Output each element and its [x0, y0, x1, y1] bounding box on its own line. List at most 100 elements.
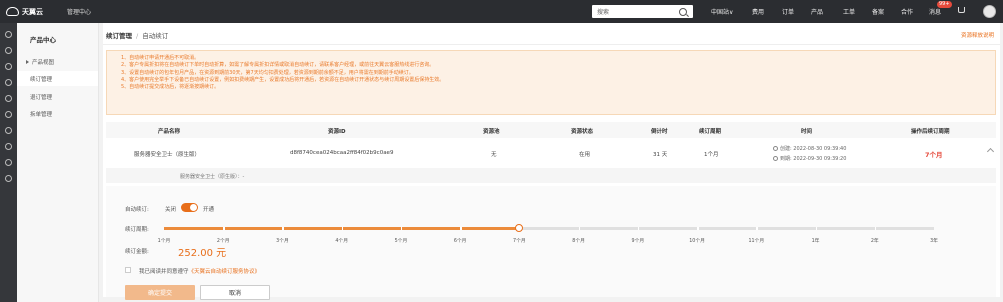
search-icon[interactable]: [679, 7, 687, 16]
period-option[interactable]: 4个月: [335, 237, 348, 244]
sidebar-item-split-order[interactable]: 拆单管理: [30, 110, 52, 118]
col-resource-pool: 资源池: [483, 129, 500, 135]
notice-line: 2、客户专属折扣将在自动续订下单时自动折算，如需了解专属折扣详情或取消自动续订，…: [121, 62, 435, 69]
nav-tickets[interactable]: 工单: [843, 0, 855, 23]
divider: [103, 44, 1000, 45]
period-option[interactable]: 8个月: [572, 237, 585, 244]
slider-segment-divider: [874, 227, 877, 230]
nav-billing[interactable]: 费用: [752, 0, 764, 23]
auto-renew-toggle[interactable]: [181, 203, 198, 212]
message-count-badge: 99+: [937, 1, 952, 8]
cell-status: 在用: [579, 152, 591, 158]
confirm-submit-button[interactable]: 确定提交: [125, 285, 195, 300]
notice-line: 5、自动续订提交成功后，将逐渐按期续订。: [121, 84, 220, 91]
period-option[interactable]: 9个月: [632, 237, 645, 244]
slider-segment-divider: [223, 227, 225, 230]
period-option[interactable]: 6个月: [454, 237, 467, 244]
period-option[interactable]: 5个月: [395, 237, 408, 244]
period-option[interactable]: 2年: [871, 237, 879, 244]
cell-resource-id: d8f8740cea024bcaa2ff84f02b9c0ae9: [290, 150, 394, 156]
toggle-on-label: 开通: [203, 207, 215, 213]
nav-orders[interactable]: 订单: [782, 0, 794, 23]
cell-product: 服务器安全卫士（原生版）: [134, 152, 201, 158]
slider-segment-divider: [578, 227, 581, 230]
search-input[interactable]: 搜索: [597, 7, 679, 16]
brand-logo[interactable]: 天翼云: [6, 7, 61, 17]
user-avatar[interactable]: [983, 5, 996, 18]
settings-icon[interactable]: [5, 127, 12, 134]
period-option[interactable]: 1个月: [158, 237, 171, 244]
cloud-icon: [6, 7, 19, 16]
sidebar-item-unsubscribe[interactable]: 退订管理: [30, 93, 52, 101]
cell-countdown: 31 天: [653, 152, 668, 158]
col-resource-status: 资源状态: [571, 129, 594, 135]
clock-icon: [773, 146, 778, 151]
toggle-off-label: 关闭: [165, 207, 177, 213]
cancel-button[interactable]: 取消: [200, 285, 270, 300]
breadcrumb-separator: /: [136, 32, 139, 40]
chevron-up-icon[interactable]: [986, 147, 995, 156]
nav-region-selector[interactable]: 中国站∨: [711, 0, 733, 23]
slider-segment-divider: [400, 227, 403, 230]
slider-segment-divider: [697, 227, 699, 230]
table-subrow: 服务器安全卫士（原生版）：-: [106, 168, 996, 183]
sidebar: 产品中心 产品视图 续订管理 退订管理 拆单管理: [17, 23, 99, 302]
breadcrumb-level1[interactable]: 续订管理: [106, 32, 132, 40]
table-header: 产品名称 资源ID 资源池 资源状态 倒计时 续订周期 时间 操作后续订周期: [106, 122, 996, 138]
slider-segment-divider: [637, 227, 640, 230]
sidebar-item-renewal[interactable]: 续订管理: [30, 75, 52, 83]
resource-release-link[interactable]: 资源释放说明: [961, 31, 994, 39]
cloud-icon[interactable]: [5, 143, 12, 150]
cell-expires: 到期: 2022-09-30 09:39:20: [773, 155, 846, 162]
period-option[interactable]: 1年: [812, 237, 820, 244]
period-option[interactable]: 7个月: [513, 237, 526, 244]
notice-box: 1、自动续订申请开通后不可取消。 2、客户专属折扣将在自动续订下单时自动折算，如…: [106, 50, 996, 115]
storage-icon[interactable]: [5, 79, 12, 86]
table-row: 服务器安全卫士（原生版） d8f8740cea024bcaa2ff84f02b9…: [106, 140, 996, 166]
slider-segment-divider: [460, 227, 462, 230]
subrow-text: 服务器安全卫士（原生版）：-: [180, 174, 245, 180]
period-slider[interactable]: [164, 224, 934, 232]
agreement-link[interactable]: 《天翼云自动续订服务协议》: [189, 269, 261, 275]
search-box[interactable]: 搜索: [592, 5, 693, 18]
notice-line: 4、客户使用完全举手下设备已自动续订设置，例如扣费续期产生，设置成功后将开通后，…: [121, 76, 445, 83]
agree-checkbox[interactable]: [125, 267, 131, 273]
brand-name: 天翼云: [22, 7, 43, 16]
grid-icon[interactable]: [5, 31, 12, 38]
tools-icon[interactable]: [5, 111, 12, 118]
slider-segment-divider: [519, 227, 521, 230]
server-icon[interactable]: [5, 47, 12, 54]
nav-filing[interactable]: 备案: [872, 0, 884, 23]
renewal-amount: 252.00 元: [178, 248, 227, 259]
puzzle-icon[interactable]: [5, 175, 12, 182]
period-option[interactable]: 3个月: [276, 237, 289, 244]
auto-renew-label: 自动续订:: [125, 207, 149, 213]
nav-partners[interactable]: 合作: [901, 0, 913, 23]
network-icon[interactable]: [5, 95, 12, 102]
col-product-name: 产品名称: [158, 129, 181, 135]
icon-rail: [0, 23, 17, 302]
eye-icon[interactable]: [5, 63, 12, 70]
notice-line: 3、设置自动续订的包年包月产品，在资源到期前30天，第7天均匀扣费处理，若资源到…: [121, 69, 414, 76]
breadcrumb: 续订管理 / 自动续订: [106, 30, 168, 40]
cell-after-cycle: 7个月: [925, 151, 943, 159]
shield-icon[interactable]: [5, 159, 12, 166]
sidebar-item-product-view[interactable]: 产品视图: [26, 58, 54, 66]
slider-segment-divider: [282, 227, 284, 230]
amount-label: 续订金额:: [125, 249, 149, 255]
period-option[interactable]: 2个月: [217, 237, 230, 244]
renewal-form: 自动续订: 关闭 开通 续订周期: 1个月 2个月 3个月 4个月 5个月 6个月 7个月 8…: [106, 186, 996, 300]
col-resource-id: 资源ID: [328, 129, 346, 135]
period-option[interactable]: 10个月: [689, 237, 705, 244]
management-center-link[interactable]: 管理中心: [67, 7, 91, 16]
slider-segment-divider: [815, 227, 818, 230]
col-time: 时间: [801, 129, 813, 135]
period-option[interactable]: 11个月: [748, 237, 764, 244]
main-content: 续订管理 / 自动续订 资源释放说明 1、自动续订申请开通后不可取消。 2、客户专属…: [103, 23, 1000, 300]
cell-pool: 无: [491, 152, 497, 158]
sidebar-title: 产品中心: [30, 36, 56, 44]
period-option[interactable]: 3年: [930, 237, 938, 244]
cart-icon[interactable]: [958, 7, 965, 13]
cell-created: 创建: 2022-08-30 09:39:40: [773, 145, 846, 152]
nav-products[interactable]: 产品: [811, 0, 823, 23]
